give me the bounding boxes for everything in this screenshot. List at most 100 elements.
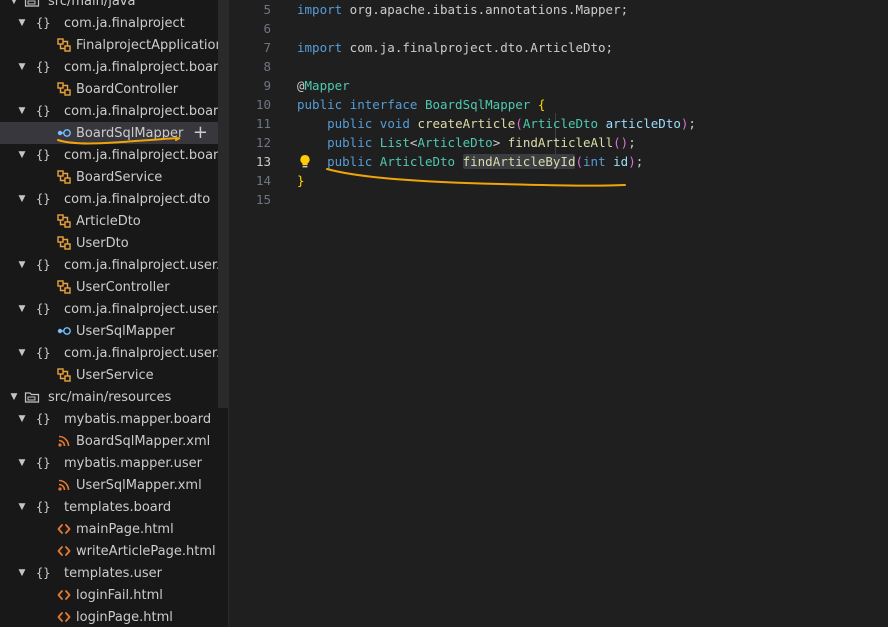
package-braces-icon: {} [36, 456, 51, 470]
code-line[interactable]: 13 public ArticleDto findArticleById(int… [229, 152, 888, 171]
chevron-down-icon[interactable]: ▼ [16, 260, 28, 270]
code-token: @ [297, 78, 305, 93]
code-line[interactable]: 8 [229, 57, 888, 76]
explorer-item[interactable]: ▼ {} com.ja.finalproject.boar... [0, 144, 218, 166]
code-line[interactable]: 5 import org.apache.ibatis.annotations.Ma… [229, 0, 888, 19]
explorer-item[interactable]: BoardService [0, 166, 218, 188]
explorer-item-label: com.ja.finalproject.user.... [64, 301, 218, 317]
code-text: public ArticleDto findArticleById(int id… [297, 152, 643, 171]
html-file-icon [56, 543, 76, 559]
code-token: import [297, 2, 343, 17]
code-line[interactable]: 9 @Mapper [229, 76, 888, 95]
code-text: public interface BoardSqlMapper { [297, 95, 545, 114]
explorer-item[interactable]: ▼ {} templates.board [0, 496, 218, 518]
chevron-down-icon[interactable]: ▼ [16, 568, 28, 578]
rss-xml-icon [56, 477, 76, 493]
explorer-item-label: com.ja.finalproject.user.... [64, 345, 218, 361]
explorer-item[interactable]: ▼ {} com.ja.finalproject.boar... [0, 56, 218, 78]
explorer-item[interactable]: BoardSqlMapper.xml [0, 430, 218, 452]
explorer-item-label: com.ja.finalproject.boar... [64, 147, 218, 163]
code-line[interactable]: 10 public interface BoardSqlMapper { [229, 95, 888, 114]
explorer-item[interactable]: BoardSqlMapper + [0, 122, 218, 144]
explorer-item-label: com.ja.finalproject.dto [64, 191, 211, 207]
code-line[interactable]: 11 public void createArticle(ArticleDto … [229, 114, 888, 133]
code-token: public [327, 154, 373, 169]
chevron-down-icon[interactable]: ▼ [16, 348, 28, 358]
explorer-item[interactable]: ▼ {} com.ja.finalproject.dto [0, 188, 218, 210]
explorer-item-label: BoardSqlMapper [76, 125, 184, 141]
explorer-item[interactable]: ▼ {} com.ja.finalproject.user.... [0, 298, 218, 320]
explorer-item[interactable]: ▼ src/main/java [0, 0, 218, 12]
chevron-down-icon[interactable]: ▼ [16, 502, 28, 512]
explorer-item[interactable]: FinalprojectApplication [0, 34, 218, 56]
chevron-down-icon[interactable]: ▼ [16, 304, 28, 314]
explorer-item-label: com.ja.finalproject.boar... [64, 59, 218, 75]
explorer-item[interactable]: BoardController [0, 78, 218, 100]
line-number: 10 [255, 97, 271, 112]
java-class-icon [56, 169, 76, 185]
code-token: BoardSqlMapper [424, 97, 531, 112]
chevron-down-icon[interactable]: ▼ [16, 18, 28, 28]
code-token: } [297, 173, 305, 188]
code-line[interactable]: 6 [229, 19, 888, 38]
chevron-down-icon[interactable]: ▼ [8, 392, 20, 402]
explorer-item[interactable]: ▼ {} com.ja.finalproject.boar... [0, 100, 218, 122]
code-token: public [327, 116, 373, 131]
explorer-item[interactable]: ▼ {} mybatis.mapper.user [0, 452, 218, 474]
code-editor[interactable]: 5 import org.apache.ibatis.annotations.Ma… [229, 0, 888, 627]
sidebar-scrollbar[interactable] [218, 0, 228, 408]
explorer-item[interactable]: loginPage.html [0, 606, 218, 627]
code-line[interactable]: 7 import com.ja.finalproject.dto.ArticleD… [229, 38, 888, 57]
chevron-down-icon[interactable]: ▼ [16, 150, 28, 160]
html-file-icon [56, 521, 76, 537]
code-line[interactable]: 14} [229, 171, 888, 190]
code-token: id [613, 154, 629, 169]
explorer-item[interactable]: ▼ {} com.ja.finalproject.user.... [0, 254, 218, 276]
explorer-item[interactable]: ▼ {} templates.user [0, 562, 218, 584]
chevron-down-icon[interactable]: ▼ [16, 62, 28, 72]
explorer-item-label: UserSqlMapper.xml [76, 477, 202, 493]
package-braces-icon: {} [36, 148, 51, 162]
code-text: import org.apache.ibatis.annotations.Map… [297, 0, 628, 19]
package-braces-icon: {} [36, 566, 51, 580]
explorer-item-label: src/main/resources [48, 389, 172, 405]
chevron-down-icon[interactable]: ▼ [16, 106, 28, 116]
package-braces-icon: {} [36, 412, 51, 426]
chevron-down-icon[interactable]: ▼ [16, 194, 28, 204]
java-class-icon [56, 279, 76, 295]
code-line[interactable]: 15 [229, 190, 888, 209]
line-number: 7 [263, 40, 271, 55]
chevron-down-icon[interactable]: ▼ [16, 458, 28, 468]
code-token: ArticleDto [379, 154, 456, 169]
line-number: 15 [255, 192, 271, 207]
explorer-item[interactable]: writeArticlePage.html [0, 540, 218, 562]
explorer-item[interactable]: UserController [0, 276, 218, 298]
chevron-down-icon[interactable]: ▼ [8, 0, 20, 6]
explorer-item[interactable]: ▼ {} com.ja.finalproject.user.... [0, 342, 218, 364]
code-line[interactable]: 12 public List<ArticleDto> findArticleAl… [229, 133, 888, 152]
explorer-item[interactable]: ▼ src/main/resources [0, 386, 218, 408]
explorer-item-label: ArticleDto [76, 213, 141, 229]
chevron-down-icon[interactable]: ▼ [16, 414, 28, 424]
code-token: import [297, 40, 343, 55]
explorer-item[interactable]: UserService [0, 364, 218, 386]
explorer-item[interactable]: ArticleDto [0, 210, 218, 232]
code-text: public List<ArticleDto> findArticleAll()… [297, 133, 636, 152]
explorer-item[interactable]: mainPage.html [0, 518, 218, 540]
explorer-item[interactable]: UserSqlMapper.xml [0, 474, 218, 496]
package-braces-icon: {} [36, 60, 51, 74]
code-token: { [537, 97, 546, 112]
line-number: 13 [255, 154, 271, 169]
explorer-item[interactable]: UserSqlMapper [0, 320, 218, 342]
plus-icon[interactable]: + [193, 124, 208, 142]
explorer-item[interactable]: ▼ {} mybatis.mapper.board [0, 408, 218, 430]
explorer-item[interactable]: UserDto [0, 232, 218, 254]
explorer-item-label: BoardController [76, 81, 179, 97]
explorer-item[interactable]: loginFail.html [0, 584, 218, 606]
explorer-item[interactable]: ▼ {} com.ja.finalproject [0, 12, 218, 34]
